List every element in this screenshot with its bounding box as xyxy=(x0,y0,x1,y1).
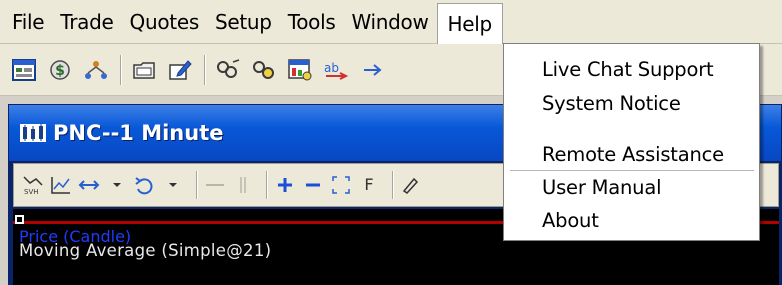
candlestick-icon xyxy=(19,121,47,145)
zoom-in-icon[interactable] xyxy=(274,171,296,199)
chevron-down-icon[interactable] xyxy=(106,171,128,199)
menu-item-remote-assistance[interactable]: Remote Assistance xyxy=(542,143,724,166)
window-icon[interactable] xyxy=(10,56,38,84)
menu-window[interactable]: Window xyxy=(343,4,436,40)
svg-text:ab: ab xyxy=(324,61,339,75)
menu-help[interactable]: Help xyxy=(436,2,503,45)
undo-icon[interactable] xyxy=(134,171,156,199)
line-chart-icon[interactable] xyxy=(50,171,72,199)
horizontal-line-icon[interactable] xyxy=(204,171,226,199)
menu-item-about[interactable]: About xyxy=(542,209,599,232)
link-icon[interactable] xyxy=(250,56,278,84)
font-button[interactable]: F xyxy=(358,171,380,199)
toolbar-separator xyxy=(392,171,394,199)
folder-icon[interactable] xyxy=(130,56,158,84)
help-dropdown-menu: Live Chat Support System Notice Remote A… xyxy=(503,43,760,241)
draw-tool-icon[interactable] xyxy=(400,171,422,199)
toolbar-separator xyxy=(266,171,268,199)
vertical-line-icon[interactable] xyxy=(232,171,254,199)
indicator-label: Moving Average (Simple@21) xyxy=(19,241,272,260)
toolbar-separator xyxy=(196,171,198,199)
menu-tools[interactable]: Tools xyxy=(280,4,344,40)
menu-setup[interactable]: Setup xyxy=(207,4,280,40)
toolbar-separator xyxy=(204,54,206,85)
menu-trade[interactable]: Trade xyxy=(52,4,121,40)
menu-file[interactable]: File xyxy=(4,4,52,40)
chart-icon[interactable] xyxy=(286,56,314,84)
toolbar-separator xyxy=(120,54,122,85)
price-marker[interactable] xyxy=(15,215,24,224)
edit-icon[interactable] xyxy=(166,56,194,84)
link-icon[interactable] xyxy=(214,56,242,84)
svg-text:SVH: SVH xyxy=(24,188,39,195)
fit-screen-icon[interactable] xyxy=(330,171,352,199)
menu-item-system-notice[interactable]: System Notice xyxy=(542,92,681,115)
menu-item-live-chat-support[interactable]: Live Chat Support xyxy=(542,58,714,81)
chevron-down-icon[interactable] xyxy=(162,171,184,199)
order-icon[interactable]: ab xyxy=(322,56,350,84)
chart-title: PNC--1 Minute xyxy=(53,121,224,145)
order-icon[interactable] xyxy=(358,56,386,84)
svh-icon[interactable]: SVH xyxy=(22,171,44,199)
menu-item-user-manual[interactable]: User Manual xyxy=(542,176,662,199)
menu-separator xyxy=(510,170,754,171)
menu-quotes[interactable]: Quotes xyxy=(122,4,207,40)
network-icon[interactable] xyxy=(82,56,110,84)
zoom-out-icon[interactable] xyxy=(302,171,324,199)
svg-text:$: $ xyxy=(55,63,65,79)
dollar-icon[interactable]: $ xyxy=(46,56,74,84)
menu-bar: File Trade Quotes Setup Tools Window Hel… xyxy=(0,0,782,45)
horizontal-arrows-icon[interactable] xyxy=(78,171,100,199)
